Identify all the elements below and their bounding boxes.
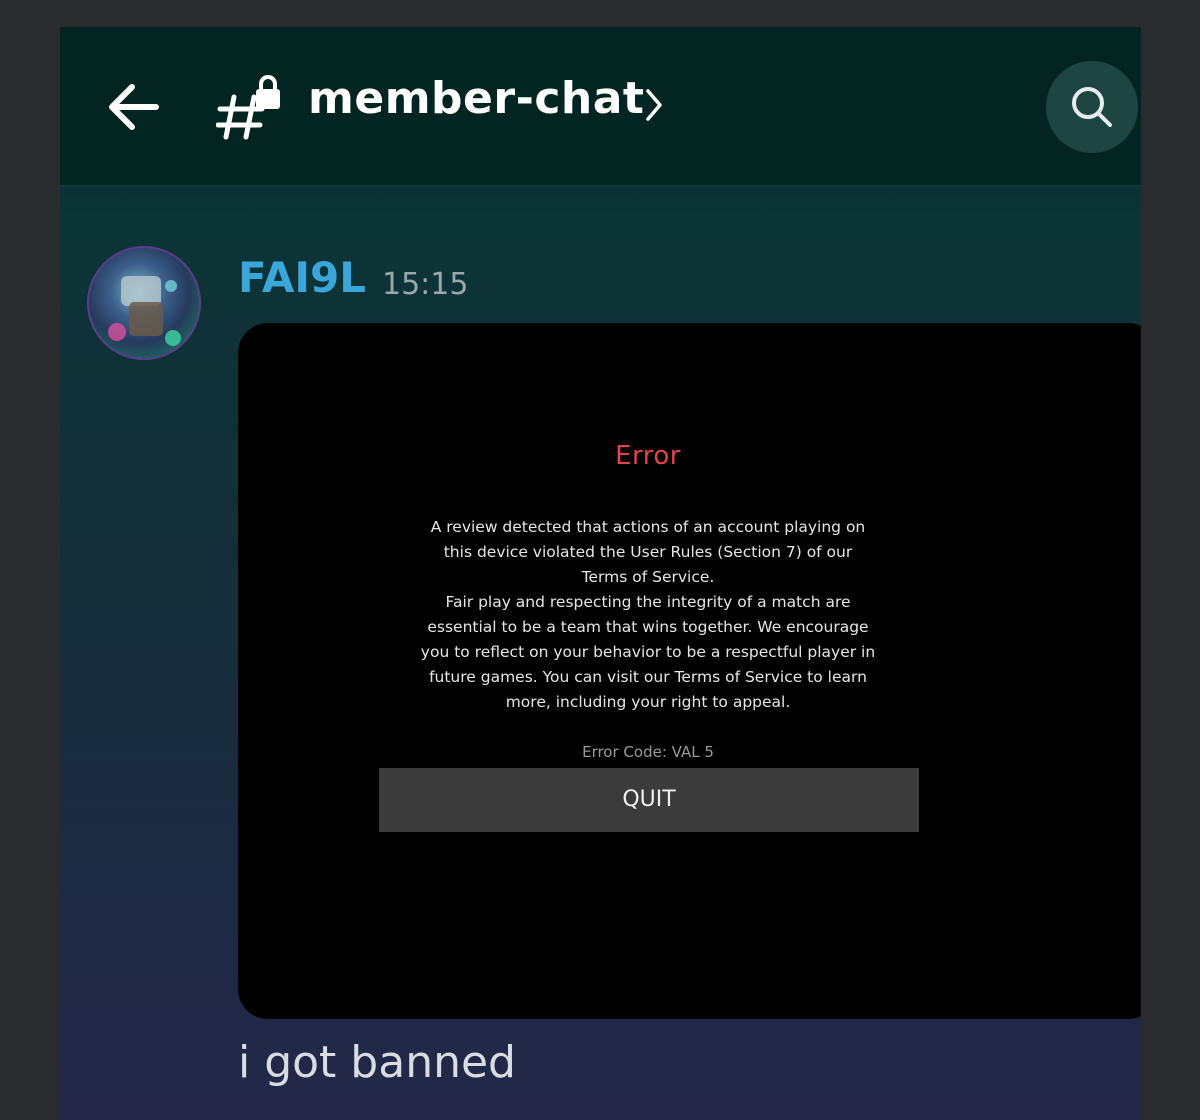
arrow-left-icon <box>109 84 159 130</box>
search-icon <box>1072 87 1112 127</box>
image-attachment[interactable]: Error A review detected that actions of … <box>238 323 1141 1019</box>
channel-name[interactable]: member-chat <box>308 73 644 124</box>
locked-hash-icon <box>215 75 288 141</box>
error-body: A review detected that actions of an acc… <box>420 518 876 711</box>
message-text: i got banned <box>238 1037 516 1088</box>
error-title: Error <box>615 441 681 471</box>
back-button[interactable] <box>104 77 164 137</box>
error-code: Error Code: VAL 5 <box>582 743 714 761</box>
message-author[interactable]: FAI9L <box>238 253 366 302</box>
avatar[interactable] <box>87 246 201 360</box>
search-button[interactable] <box>1046 61 1138 153</box>
quit-button: QUIT <box>379 768 919 832</box>
chat-window: member-chat FAI9L 15:15 Error A review d… <box>60 27 1141 1120</box>
message-timestamp: 15:15 <box>382 267 469 302</box>
chevron-right-icon[interactable] <box>644 87 664 123</box>
channel-header: member-chat <box>60 27 1141 187</box>
